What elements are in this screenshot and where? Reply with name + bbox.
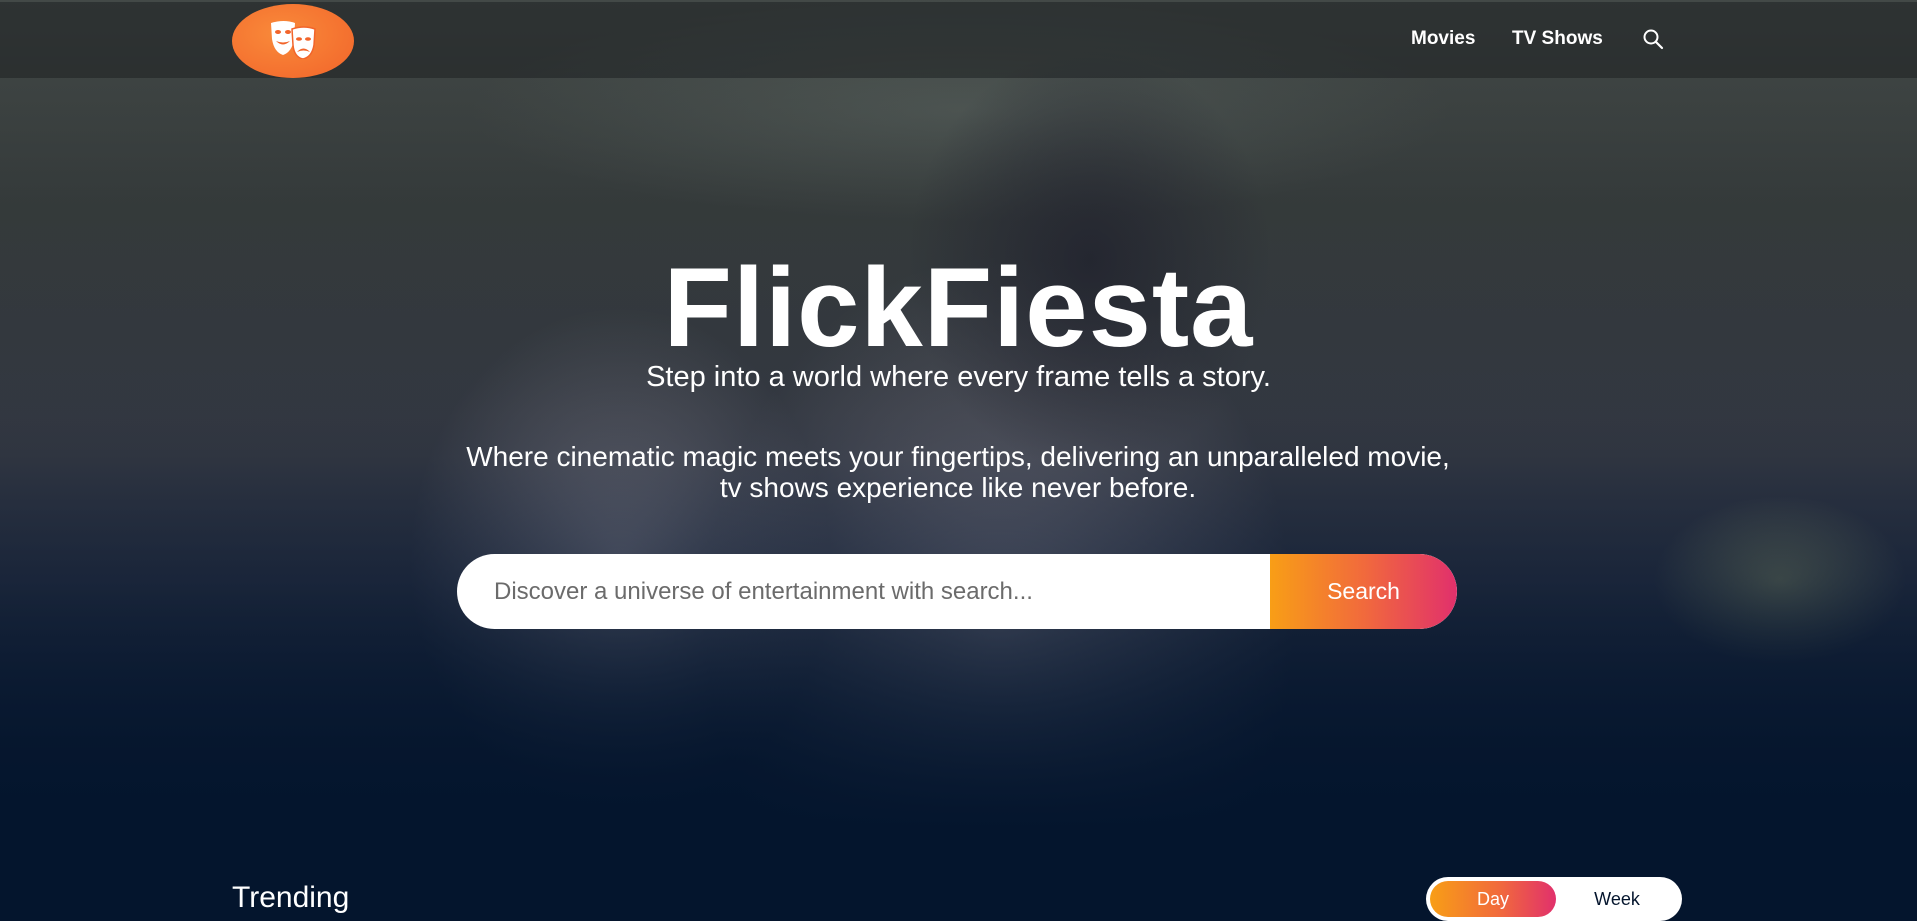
- search-icon[interactable]: [1642, 28, 1664, 50]
- hero-subtitle: Step into a world where every frame tell…: [646, 361, 1271, 393]
- theater-masks-icon: [265, 19, 321, 64]
- search-input[interactable]: [457, 554, 1270, 629]
- hero-title: FlickFiesta: [663, 245, 1254, 370]
- tab-day[interactable]: Day: [1430, 881, 1556, 917]
- trending-period-switch: Day Week: [1426, 877, 1682, 921]
- hero-search-bar: Search: [457, 554, 1457, 629]
- nav-movies-link[interactable]: Movies: [1411, 28, 1475, 50]
- hero-description: Where cinematic magic meets your fingert…: [466, 441, 1450, 503]
- tab-week[interactable]: Week: [1556, 881, 1678, 917]
- site-header: [0, 2, 1917, 78]
- page: Movies TV Shows FlickFiesta Step into a …: [0, 0, 1917, 921]
- hero-backdrop-overlay: [0, 0, 1917, 830]
- trending-title: Trending: [232, 881, 350, 914]
- search-button[interactable]: Search: [1270, 554, 1457, 629]
- nav-tvshows-link[interactable]: TV Shows: [1512, 28, 1603, 50]
- logo[interactable]: [232, 4, 354, 78]
